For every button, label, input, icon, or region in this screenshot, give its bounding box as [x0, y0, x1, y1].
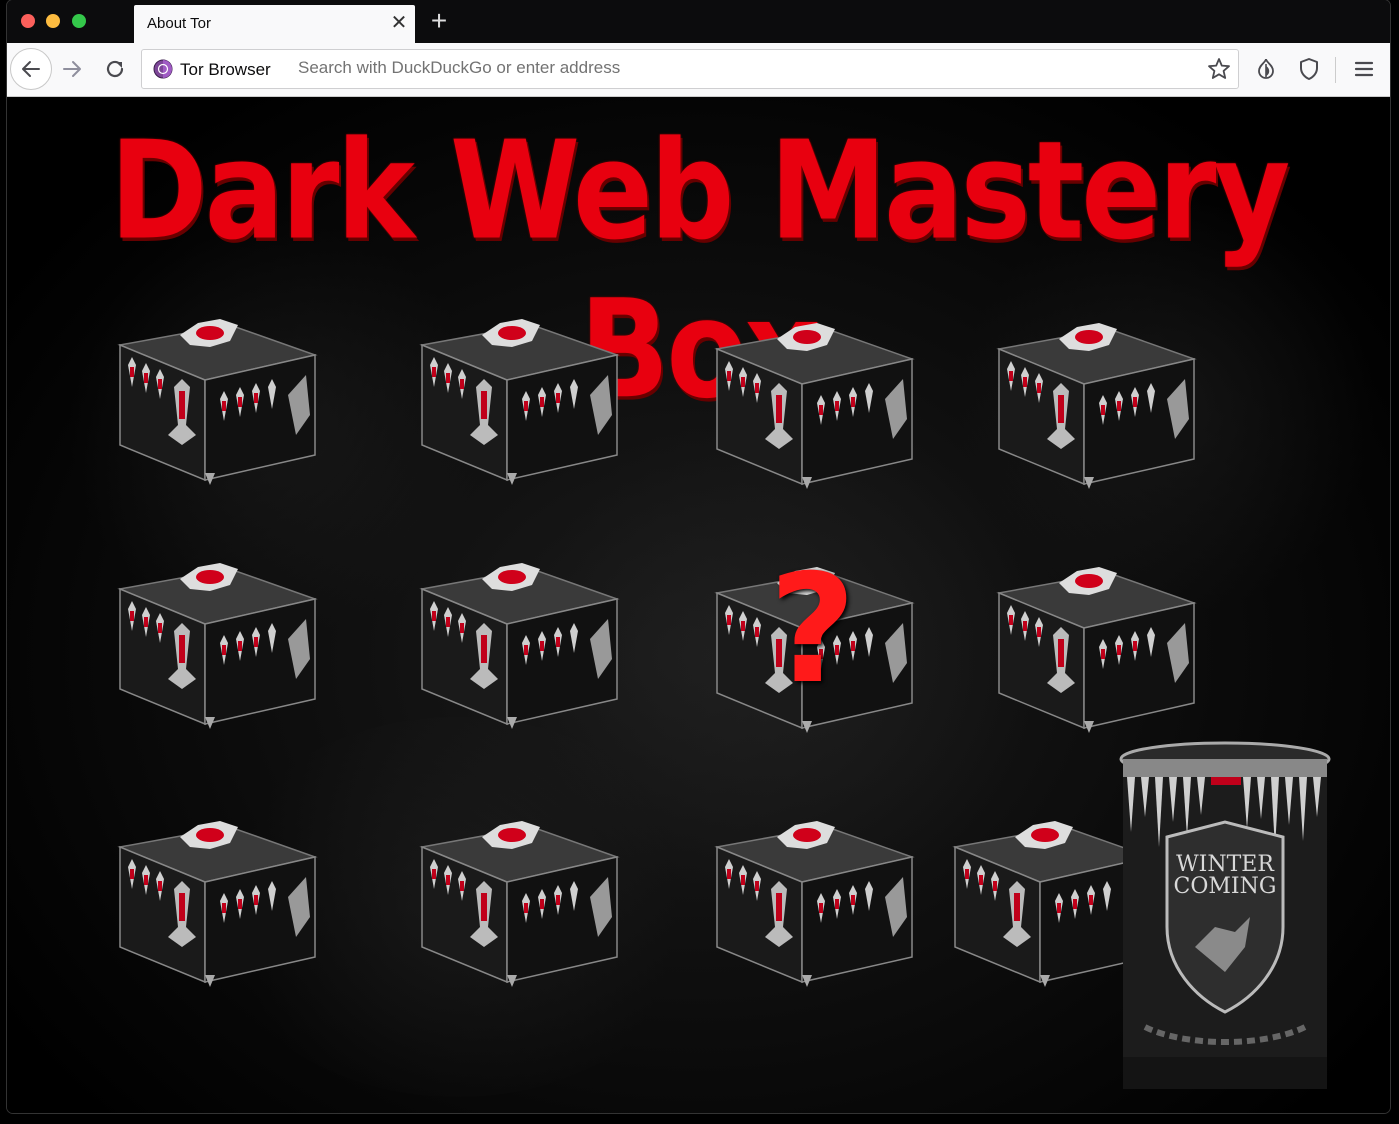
question-mark-icon: ?	[769, 543, 857, 717]
site-identity-label[interactable]: Tor Browser	[180, 60, 271, 80]
tab-title: About Tor	[147, 15, 211, 32]
tor-onion-icon	[153, 59, 173, 79]
page-content: Dark Web Mastery Box ? WINTER COMING	[7, 97, 1390, 1113]
window-close-button[interactable]	[21, 14, 35, 28]
bookmark-star-icon[interactable]	[1206, 56, 1232, 82]
security-shield-icon[interactable]	[1296, 56, 1322, 82]
mystery-box-4[interactable]	[989, 299, 1199, 489]
tab-about-tor[interactable]: About Tor ✕	[134, 5, 415, 43]
back-button[interactable]	[10, 48, 52, 90]
tankard-graphic	[1119, 741, 1331, 1089]
mystery-box-3[interactable]	[707, 299, 917, 489]
mystery-box-2[interactable]	[412, 295, 622, 485]
navigation-toolbar: Tor Browser	[7, 43, 1390, 97]
tab-close-icon[interactable]: ✕	[387, 11, 411, 35]
mystery-box-1[interactable]	[110, 295, 320, 485]
winter-tankard-image: WINTER COMING	[1115, 737, 1335, 1107]
hamburger-menu-icon[interactable]	[1351, 56, 1377, 82]
window-maximize-button[interactable]	[72, 14, 86, 28]
reload-icon	[106, 60, 124, 78]
new-tab-button[interactable]: +	[425, 7, 453, 35]
browser-window: About Tor ✕ + Tor Browser Search with Du…	[7, 0, 1390, 1113]
mystery-box-6[interactable]	[412, 539, 622, 729]
address-bar[interactable]: Tor Browser	[141, 49, 1239, 89]
mystery-box-5[interactable]	[110, 539, 320, 729]
tankard-engraving-line2: COMING	[1173, 874, 1277, 899]
mystery-box-10[interactable]	[412, 797, 622, 987]
mystery-box-11[interactable]	[707, 797, 917, 987]
forward-button[interactable]	[54, 51, 90, 87]
tab-bar: About Tor ✕ +	[7, 0, 1390, 43]
mystery-box-9[interactable]	[110, 797, 320, 987]
reload-button[interactable]	[97, 51, 133, 87]
arrow-right-icon	[63, 61, 81, 77]
arrow-left-icon	[22, 61, 40, 77]
url-input[interactable]	[298, 54, 1178, 82]
toolbar-separator	[1335, 57, 1336, 83]
mystery-box-8[interactable]	[989, 543, 1199, 733]
window-minimize-button[interactable]	[46, 14, 60, 28]
mystery-box-7[interactable]: ?	[707, 543, 917, 734]
tor-circuit-icon[interactable]	[1253, 56, 1279, 82]
